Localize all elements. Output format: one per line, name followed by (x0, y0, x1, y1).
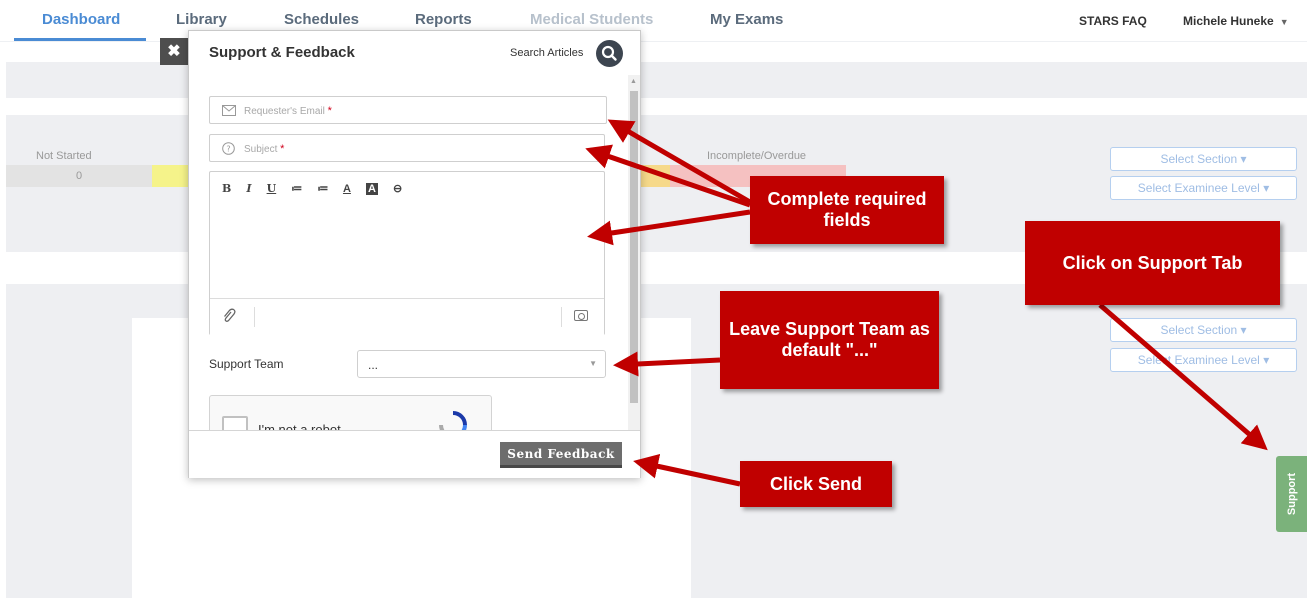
bold-button[interactable]: B (222, 182, 231, 195)
select-section-label: Select Section (1160, 152, 1238, 166)
underline-button[interactable]: U (267, 182, 277, 195)
highlight-button[interactable]: A (365, 183, 378, 195)
panel-body: Requester's Email * ? Subject * B I U ≔ … (189, 75, 640, 430)
chevron-down-icon: ▼ (1279, 17, 1289, 27)
send-feedback-button[interactable]: Send Feedback (500, 442, 622, 468)
select-examinee-level-label-2: Select Examinee Level (1137, 353, 1260, 367)
requester-email-field[interactable]: Requester's Email * (209, 96, 607, 124)
status-incomplete-label: Incomplete/Overdue (707, 150, 807, 162)
callout-click-support-tab: Click on Support Tab (1025, 221, 1280, 305)
select-section-dropdown[interactable]: Select Section ▾ (1110, 147, 1297, 171)
callout-complete-fields: Complete required fields (750, 176, 944, 244)
camera-icon[interactable] (574, 310, 588, 321)
nav-reports[interactable]: Reports (415, 11, 472, 28)
support-tab-label: Support (1285, 472, 1298, 516)
recaptcha-widget: I'm not a robot (209, 395, 492, 430)
subject-placeholder: Subject * (244, 143, 285, 155)
panel-scrollbar[interactable]: ▲ (628, 75, 640, 430)
svg-text:?: ? (226, 145, 230, 154)
footer-divider (254, 307, 255, 327)
panel-title: Support & Feedback (209, 44, 355, 61)
status-in-progress-bar (152, 165, 192, 187)
panel-footer: Send Feedback (189, 430, 640, 478)
user-menu[interactable]: Michele Huneke ▼ (1183, 14, 1289, 28)
select-examinee-level-label: Select Examinee Level (1137, 181, 1260, 195)
support-team-value: ... (368, 358, 379, 372)
recaptcha-label: I'm not a robot (258, 422, 341, 430)
subject-field[interactable]: ? Subject * (209, 134, 605, 162)
envelope-icon (222, 105, 236, 116)
text-color-button[interactable]: A (343, 183, 351, 195)
support-tab[interactable]: Support (1276, 456, 1307, 532)
page: Dashboard Library Schedules Reports Medi… (0, 0, 1307, 598)
message-editor[interactable]: B I U ≔ ≔ A A ⊖ (209, 171, 605, 335)
support-team-select[interactable]: ... ▼ (357, 350, 606, 378)
nav-medical-students[interactable]: Medical Students (530, 11, 653, 28)
callout-click-send: Click Send (740, 461, 892, 507)
question-icon: ? (222, 142, 235, 155)
select-examinee-level-dropdown[interactable]: Select Examinee Level ▾ (1110, 176, 1297, 200)
status-not-started-count: 0 (6, 165, 152, 187)
select-section-dropdown-2[interactable]: Select Section ▾ (1110, 318, 1297, 342)
editor-toolbar: B I U ≔ ≔ A A ⊖ (222, 182, 414, 195)
footer-divider-2 (561, 307, 562, 327)
support-feedback-panel: Support & Feedback Search Articles Reque… (188, 30, 641, 478)
stars-faq-link[interactable]: STARS FAQ (1079, 14, 1147, 28)
nav-my-exams[interactable]: My Exams (710, 11, 783, 28)
nav-library[interactable]: Library (176, 11, 227, 28)
nav-schedules[interactable]: Schedules (284, 11, 359, 28)
select-section-label-2: Select Section (1160, 323, 1238, 337)
nav-dashboard[interactable]: Dashboard (42, 11, 120, 28)
callout-leave-team-default: Leave Support Team as default "..." (720, 291, 939, 389)
link-button[interactable]: ⊖ (393, 183, 402, 195)
recaptcha-icon (439, 411, 467, 430)
recaptcha-checkbox[interactable] (222, 416, 248, 430)
scroll-thumb[interactable] (630, 91, 638, 403)
bullet-list-button[interactable]: ≔ (291, 183, 302, 195)
user-name: Michele Huneke (1183, 14, 1274, 28)
support-team-label: Support Team (209, 357, 284, 371)
search-articles-label[interactable]: Search Articles (510, 47, 583, 59)
status-complete-bar (640, 165, 670, 187)
email-placeholder: Requester's Email * (244, 105, 332, 117)
scroll-up-icon[interactable]: ▲ (630, 78, 637, 85)
editor-footer (210, 298, 604, 335)
search-icon[interactable] (596, 40, 623, 67)
italic-button[interactable]: I (246, 182, 251, 195)
select-examinee-level-dropdown-2[interactable]: Select Examinee Level ▾ (1110, 348, 1297, 372)
close-icon[interactable]: ✖ (160, 38, 188, 65)
numbered-list-button[interactable]: ≔ (317, 183, 328, 195)
chevron-down-icon: ▼ (589, 359, 597, 368)
paperclip-icon[interactable] (222, 308, 236, 327)
status-not-started-label: Not Started (36, 150, 92, 162)
active-tab-underline (14, 38, 146, 41)
